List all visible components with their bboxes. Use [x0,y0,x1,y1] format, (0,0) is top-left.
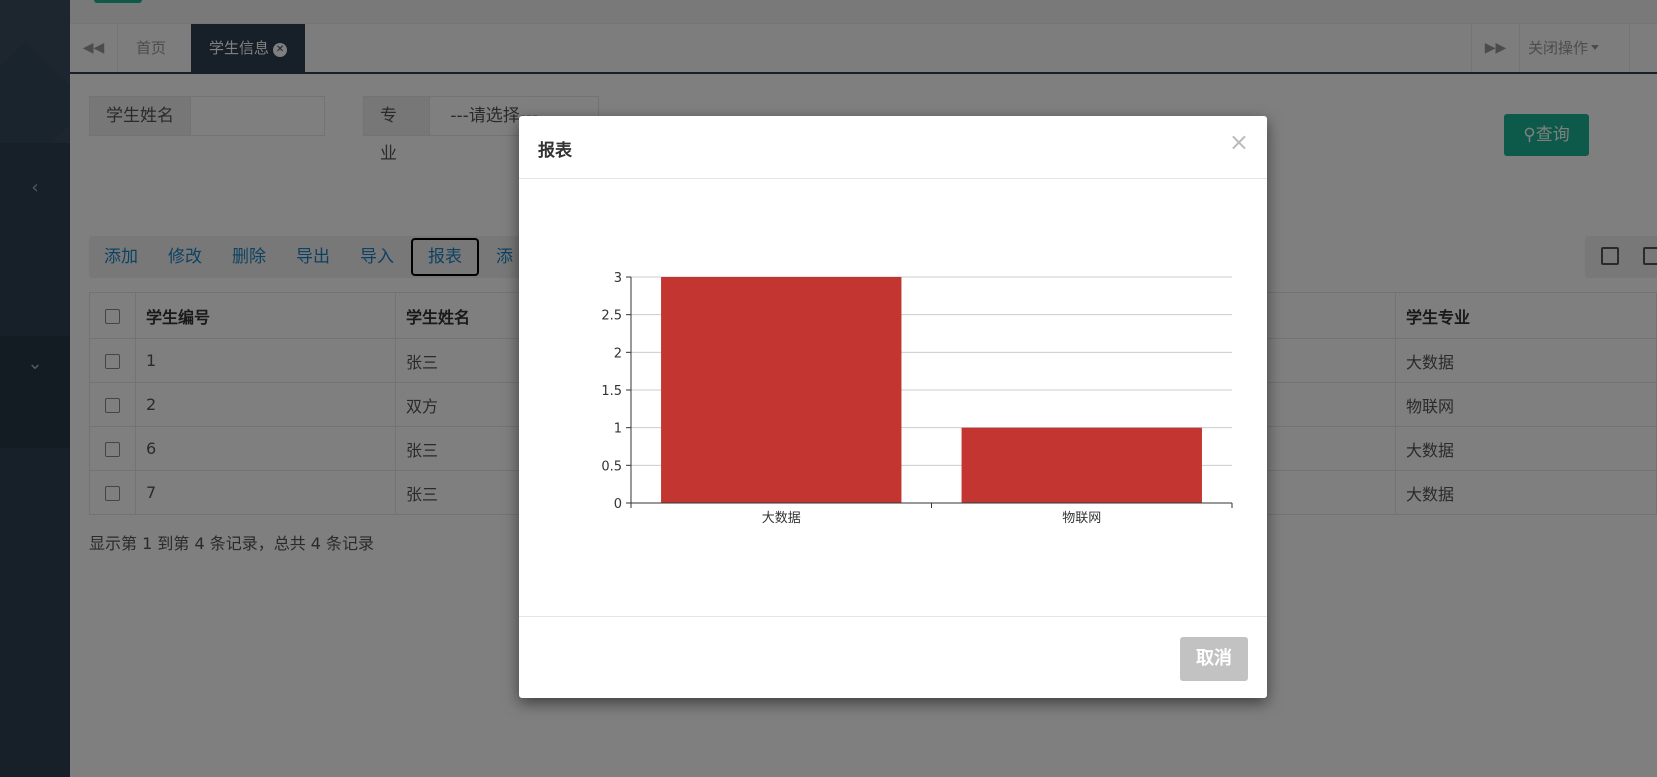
bar-chart: 0 0.5 1 1.5 2 2.5 3 大数据 物联网 [601,271,1233,526]
modal-header: 报表 × [519,116,1267,179]
y-tick-label: 1 [614,422,622,437]
bar-大数据[interactable] [661,277,902,503]
y-tick-label: 0.5 [601,459,622,474]
modal-body: 0 0.5 1 1.5 2 2.5 3 大数据 物联网 [519,179,1267,619]
x-tick-label: 大数据 [762,511,801,526]
y-tick-label: 2 [614,346,622,361]
x-tick-label: 物联网 [1062,511,1101,526]
bar-物联网[interactable] [961,427,1202,503]
y-tick-label: 2.5 [601,309,622,324]
cancel-button[interactable]: 取消 [1180,637,1248,681]
modal-title: 报表 [538,141,572,161]
modal-footer: 取消 [519,616,1267,698]
close-icon[interactable]: × [1229,130,1249,154]
report-modal: 报表 × 0 0.5 1 1.5 2 2.5 3 大数据 物联网 取消 [519,116,1267,698]
y-tick-label: 0 [614,497,622,512]
y-tick-label: 3 [614,271,622,286]
y-tick-label: 1.5 [601,384,622,399]
